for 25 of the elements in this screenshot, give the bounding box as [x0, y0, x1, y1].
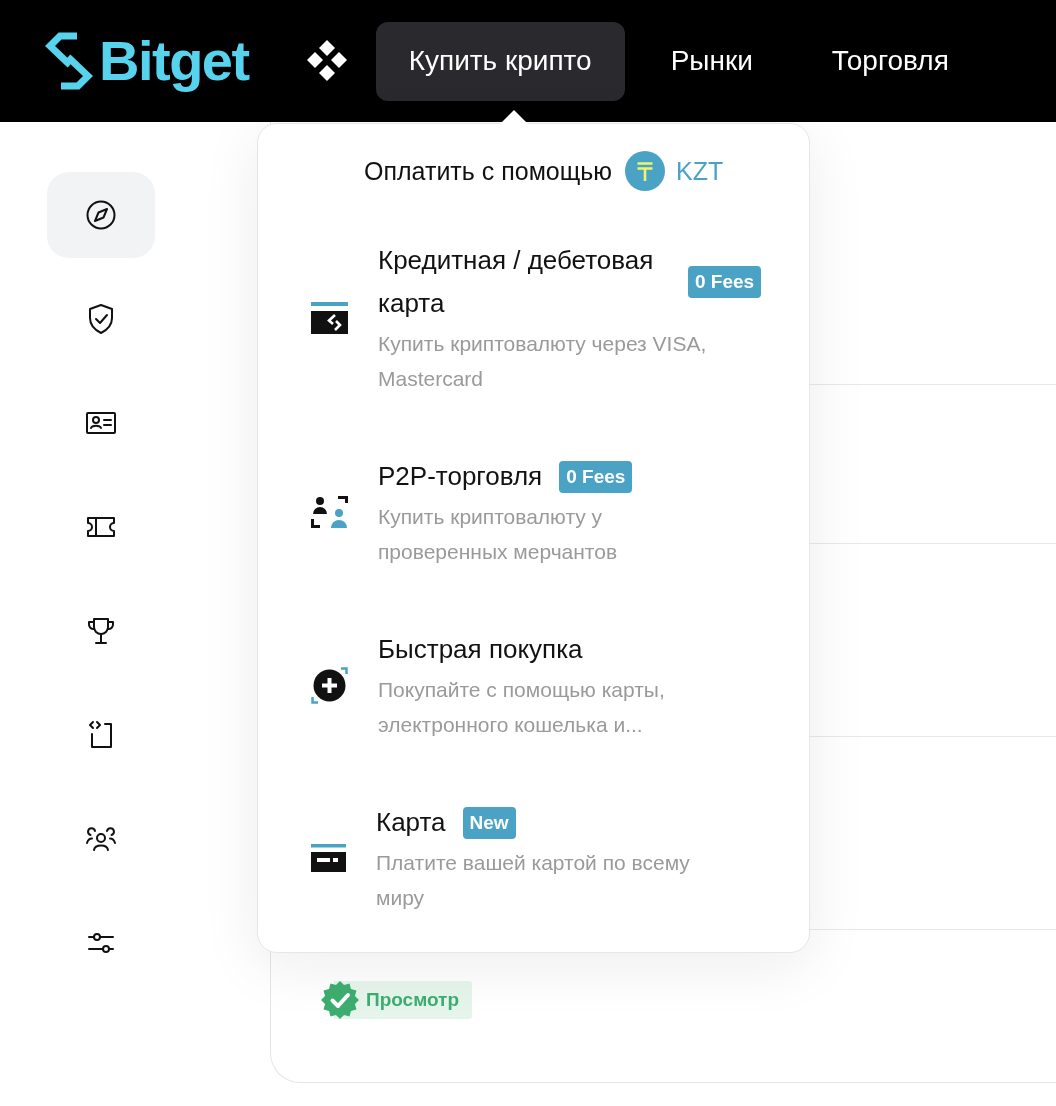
sidebar-button[interactable] [47, 172, 155, 258]
nav-tab[interactable]: Торговля [798, 21, 982, 101]
two-people-icon [311, 496, 348, 528]
option-title[interactable]: Быстрая покупка [378, 628, 583, 671]
option-badge: 0 Fees [559, 460, 633, 493]
verified-badge-icon [321, 981, 359, 1019]
nav-tab[interactable]: Рынки [637, 21, 786, 101]
option-badge: New [462, 806, 516, 839]
card-arrows-icon [311, 301, 348, 334]
option-description: Покупайте с помощью карты, электронного кошелька и... [378, 677, 666, 738]
plus-circle-icon [311, 666, 348, 704]
option-badge: 0 Fees [688, 266, 762, 298]
nav-tab[interactable]: Купить крипто [375, 21, 625, 101]
pay-with-label: Оплатить с помощью [364, 156, 613, 186]
option-title[interactable]: Кредитная / дебетовая карта [378, 239, 671, 325]
option-title[interactable]: Карта [376, 801, 446, 844]
card-icon [311, 844, 346, 872]
tenge-coin-icon [625, 151, 666, 191]
status-text: Просмотр [366, 989, 460, 1011]
option-title[interactable]: P2P-торговля [378, 455, 543, 498]
logo-mark-icon [45, 32, 93, 90]
option-description: Купить криптовалюту через VISA, Mastercard [378, 331, 708, 392]
compass-icon [84, 198, 118, 232]
option-description: Платите вашей картой по всему миру [376, 850, 691, 911]
option-description: Купить криптовалюту у проверенных мерчантов [378, 504, 619, 565]
